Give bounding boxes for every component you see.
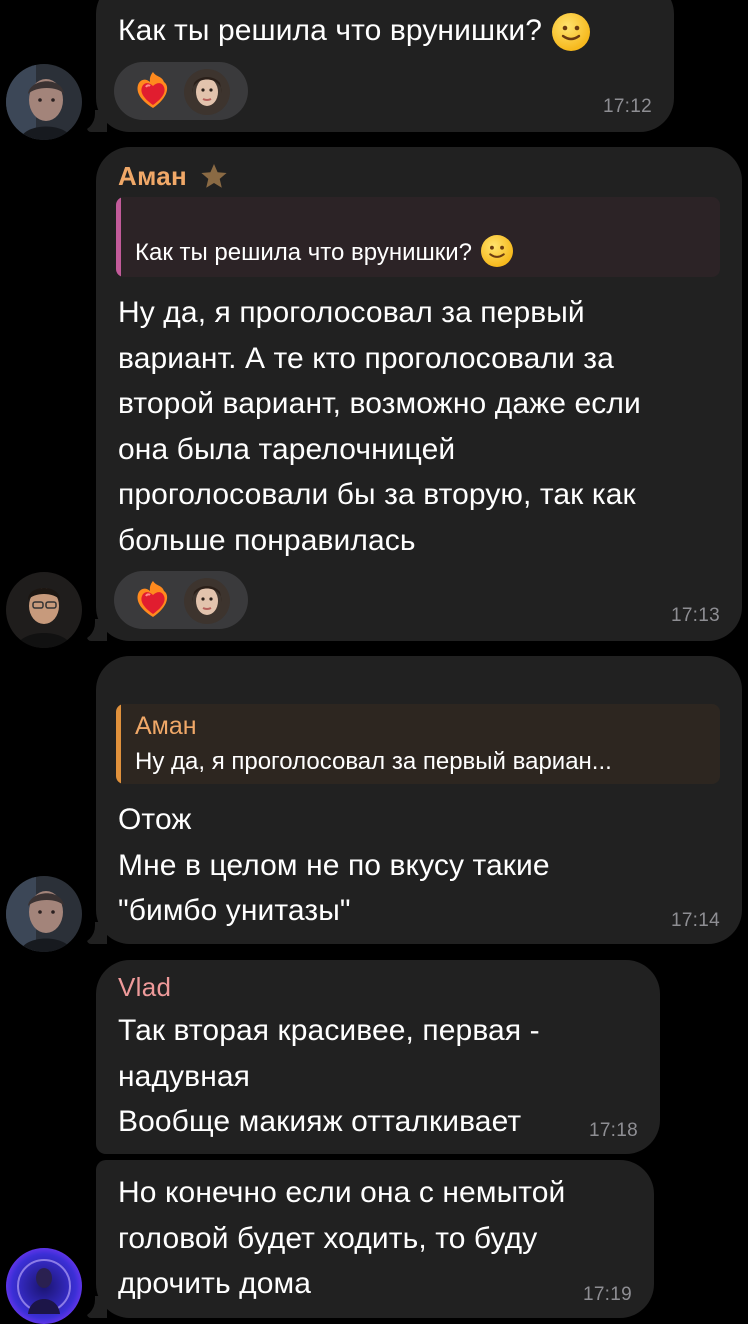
message-bubble[interactable]: Как ты решила что врунишки? 17:12	[73, 0, 674, 132]
sender-name[interactable]: Аман	[118, 161, 229, 192]
fire-heart-icon	[137, 581, 168, 617]
reply-quote[interactable]: Как ты решила что врунишки?	[116, 197, 720, 277]
message-time: 17:13	[670, 605, 720, 626]
reply-sender: Аман	[135, 712, 197, 740]
avatar[interactable]	[6, 876, 82, 952]
sender-name[interactable]: Vlad	[118, 972, 171, 1003]
reply-quote[interactable]: Аман Ну да, я проголосовал за первый вар…	[116, 704, 720, 784]
message-bubble[interactable]: Аман Ну да, я проголосовал за первый вар…	[73, 656, 742, 944]
star-icon	[200, 164, 227, 188]
smile-emoji-icon	[552, 13, 591, 52]
message-time: 17:19	[582, 1284, 632, 1305]
reactions-pill[interactable]	[114, 62, 248, 120]
avatar[interactable]	[6, 572, 82, 648]
message-text: Отож Мне в целом не по вкусу такие "бимб…	[118, 803, 550, 927]
message-text: Как ты решила что врунишки?	[118, 8, 591, 54]
message-text: Но конечно если она с немытой головой бу…	[118, 1176, 566, 1300]
reply-text: Ну да, я проголосовал за первый вариан..…	[135, 748, 612, 775]
message-text: Ну да, я проголосовал за первый вариант.…	[118, 296, 641, 557]
reply-text: Как ты решила что врунишки?	[135, 235, 708, 267]
reaction-avatar	[184, 69, 230, 115]
message-bubble[interactable]: Но конечно если она с немытой головой бу…	[73, 1160, 654, 1318]
fire-heart-icon	[137, 72, 168, 108]
message-time: 17:14	[670, 910, 720, 931]
message-bubble[interactable]: Аман Как ты решила что врунишки? Ну да, …	[73, 147, 742, 641]
reaction-avatar	[184, 578, 230, 624]
message-text: Так вторая красивее, первая - надувная В…	[118, 1014, 540, 1138]
reactions-pill[interactable]	[114, 571, 248, 629]
smile-emoji-icon	[480, 235, 513, 267]
avatar[interactable]	[6, 1248, 82, 1324]
message-time: 17:12	[602, 96, 652, 117]
message-time: 17:18	[588, 1120, 638, 1141]
message-bubble[interactable]: Vlad Так вторая красивее, первая - надув…	[96, 960, 660, 1154]
avatar[interactable]	[6, 64, 82, 140]
